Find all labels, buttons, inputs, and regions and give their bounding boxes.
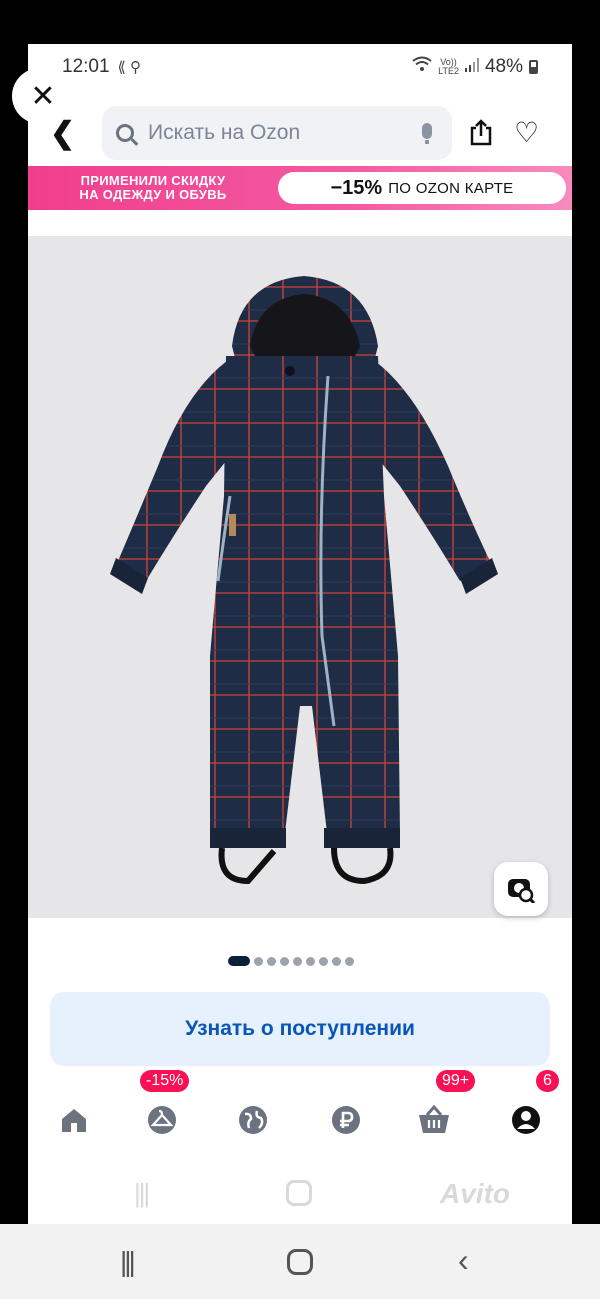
nav-finance[interactable]: [326, 1100, 366, 1140]
network-indicator: Vo)) LTE2: [438, 58, 459, 76]
share-icon[interactable]: [468, 118, 494, 146]
promo-banner[interactable]: ПРИМЕНИЛИ СКИДКУ НА ОДЕЖДУ И ОБУВЬ −15% …: [28, 166, 572, 210]
gallery-dot[interactable]: [293, 956, 302, 966]
camera-search-icon: [508, 879, 536, 903]
visual-search-button[interactable]: [494, 862, 548, 916]
system-navigation-bar: ||| ‹: [0, 1224, 600, 1299]
gallery-pagination: [228, 956, 354, 966]
home-ghost-icon: [286, 1180, 312, 1206]
snowsuit-image: [110, 276, 498, 885]
promo-card-text: ПО OZON КАРТЕ: [388, 179, 514, 197]
cart-icon: [419, 1105, 449, 1133]
recent-apps-ghost-icon: |||: [134, 1178, 150, 1208]
app-screen: 12:01 ⟪ ⚲ Vo)) LTE2 48% ❮ Искать на Ozon …: [28, 44, 572, 1224]
signal-icon: [464, 56, 479, 78]
favorite-heart-icon[interactable]: ♡: [514, 116, 539, 149]
nav-cart[interactable]: 99+: [414, 1070, 476, 1140]
promo-line-2: НА ОДЕЖДУ И ОБУВЬ: [79, 187, 227, 202]
home-button-icon[interactable]: [287, 1249, 313, 1275]
promo-label: ПРИМЕНИЛИ СКИДКУ НА ОДЕЖДУ И ОБУВЬ: [28, 174, 278, 202]
gallery-dot[interactable]: [345, 956, 354, 966]
notify-when-available-button[interactable]: Узнать о поступлении: [50, 992, 550, 1066]
gallery-dot[interactable]: [254, 956, 263, 966]
gallery-dot[interactable]: [332, 956, 341, 966]
search-placeholder: Искать на Ozon: [148, 121, 301, 144]
gallery-dot[interactable]: [228, 956, 250, 966]
nav-home[interactable]: [54, 1100, 94, 1140]
cart-count-badge: 99+: [436, 1070, 476, 1092]
bottom-navigation: -15% 99+ 6: [28, 1070, 572, 1150]
home-icon: [62, 1109, 86, 1132]
search-icon: [116, 124, 134, 142]
status-time: 12:01: [62, 56, 110, 77]
gallery-dot[interactable]: [306, 956, 315, 966]
status-right: Vo)) LTE2 48%: [412, 56, 538, 78]
wifi-icon: [412, 56, 432, 78]
promo-line-1: ПРИМЕНИЛИ СКИДКУ: [80, 173, 226, 188]
back-nav-icon[interactable]: ‹: [458, 1242, 469, 1279]
search-header: ❮ Искать на Ozon ♡: [28, 102, 572, 164]
microphone-icon[interactable]: [422, 123, 432, 144]
recent-apps-icon[interactable]: |||: [120, 1246, 136, 1278]
globe-icon: [239, 1106, 267, 1134]
battery-percent: 48%: [484, 56, 523, 77]
net-bottom-label: LTE2: [438, 66, 459, 76]
hanger-icon: [148, 1106, 176, 1134]
nav-fresh[interactable]: [233, 1100, 273, 1140]
profile-notification-badge: 6: [536, 1070, 559, 1092]
nav-fashion[interactable]: -15%: [140, 1070, 190, 1140]
profile-icon: [512, 1106, 540, 1134]
fashion-discount-badge: -15%: [140, 1070, 190, 1092]
search-bar[interactable]: Искать на Ozon: [102, 106, 452, 160]
gallery-dot[interactable]: [280, 956, 289, 966]
promo-discount-pill: −15% ПО OZON КАРТЕ: [278, 172, 566, 204]
gallery-dot[interactable]: [267, 956, 276, 966]
battery-icon: [529, 60, 538, 74]
gallery-dot[interactable]: [319, 956, 328, 966]
nav-profile[interactable]: 6: [506, 1070, 559, 1140]
close-icon[interactable]: ✕: [12, 68, 74, 124]
avito-watermark: Avito: [440, 1178, 510, 1209]
status-icons: ⟪ ⚲: [117, 59, 142, 76]
product-photo[interactable]: [28, 236, 572, 918]
ruble-icon: [332, 1106, 360, 1134]
promo-discount: −15%: [330, 176, 383, 199]
status-bar: 12:01 ⟪ ⚲ Vo)) LTE2 48%: [28, 44, 572, 90]
